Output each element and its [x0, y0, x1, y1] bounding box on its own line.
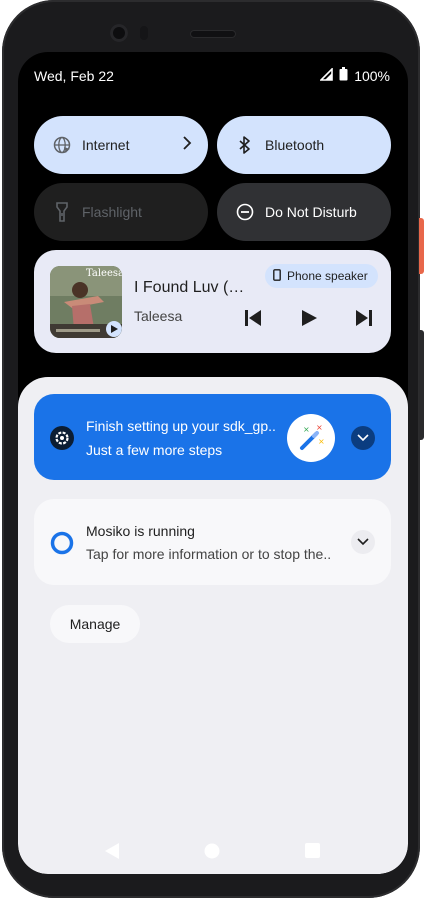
- previous-icon: [245, 309, 261, 331]
- media-artist: Taleesa: [134, 308, 183, 324]
- notification-setup[interactable]: Finish setting up your sdk_gp.. Just a f…: [34, 394, 391, 480]
- tile-dnd-label: Do Not Disturb: [265, 204, 357, 220]
- notification-mosiko-title: Mosiko is running: [86, 523, 195, 539]
- magic-wand-icon: × × ×: [287, 414, 335, 462]
- phone-frame: Wed, Feb 22 100% Internet Bluetooth Flas…: [2, 0, 420, 898]
- notification-setup-title: Finish setting up your sdk_gp..: [86, 418, 276, 434]
- notification-mosiko-text: Tap for more information or to stop the.…: [86, 546, 332, 562]
- tile-bluetooth-label: Bluetooth: [265, 137, 325, 153]
- notification-shade: Finish setting up your sdk_gp.. Just a f…: [18, 377, 408, 874]
- previous-button[interactable]: [241, 308, 265, 332]
- front-camera: [110, 24, 128, 42]
- svg-text:×: ×: [303, 425, 310, 434]
- side-button-volume: [419, 330, 424, 440]
- tile-flashlight-label: Flashlight: [82, 204, 142, 220]
- navigation-bar: [18, 837, 408, 867]
- side-button-power: [419, 218, 424, 274]
- album-art-text: Taleesa: [86, 268, 122, 279]
- media-player[interactable]: Taleesa I Found Luv (… Taleesa Phone spe…: [34, 250, 391, 353]
- home-icon[interactable]: [204, 843, 220, 864]
- gear-icon: [50, 426, 74, 455]
- ring-icon: [50, 531, 74, 560]
- tile-internet-label: Internet: [82, 137, 130, 153]
- back-icon[interactable]: [105, 843, 119, 864]
- expand-button[interactable]: [351, 426, 375, 450]
- chevron-right-icon: [182, 136, 192, 153]
- phone-icon: [273, 268, 281, 284]
- notification-mosiko[interactable]: Mosiko is running Tap for more informati…: [34, 499, 391, 585]
- signal-icon: [319, 66, 333, 84]
- battery-level: 100%: [354, 67, 390, 84]
- expand-button[interactable]: [351, 530, 375, 554]
- play-icon: [301, 309, 317, 331]
- app-badge-play-icon: [106, 321, 122, 337]
- battery-icon: [339, 67, 348, 84]
- globe-icon: [52, 135, 72, 155]
- tile-flashlight[interactable]: Flashlight: [34, 183, 208, 241]
- status-icons: 100%: [319, 66, 390, 84]
- notification-setup-text: Just a few more steps: [86, 442, 223, 458]
- chevron-down-icon: [357, 533, 369, 551]
- earpiece-speaker: [190, 30, 236, 38]
- play-button[interactable]: [297, 308, 321, 332]
- next-button[interactable]: [352, 308, 376, 332]
- tile-bluetooth[interactable]: Bluetooth: [217, 116, 391, 174]
- next-icon: [356, 309, 372, 331]
- flashlight-icon: [52, 202, 72, 222]
- status-date: Wed, Feb 22: [34, 68, 114, 84]
- tile-do-not-disturb[interactable]: Do Not Disturb: [217, 183, 391, 241]
- screen: Wed, Feb 22 100% Internet Bluetooth Flas…: [18, 52, 408, 874]
- sensor: [140, 26, 148, 40]
- svg-text:×: ×: [318, 437, 325, 446]
- tile-internet[interactable]: Internet: [34, 116, 208, 174]
- do-not-disturb-icon: [235, 202, 255, 222]
- bluetooth-icon: [235, 135, 255, 155]
- svg-text:×: ×: [316, 423, 323, 432]
- recents-icon[interactable]: [305, 843, 320, 863]
- manage-button[interactable]: Manage: [50, 605, 140, 643]
- chevron-down-icon: [357, 429, 369, 447]
- output-chip[interactable]: Phone speaker: [265, 264, 378, 288]
- album-art: Taleesa: [50, 266, 122, 338]
- output-label: Phone speaker: [287, 269, 368, 283]
- media-title: I Found Luv (…: [134, 279, 245, 296]
